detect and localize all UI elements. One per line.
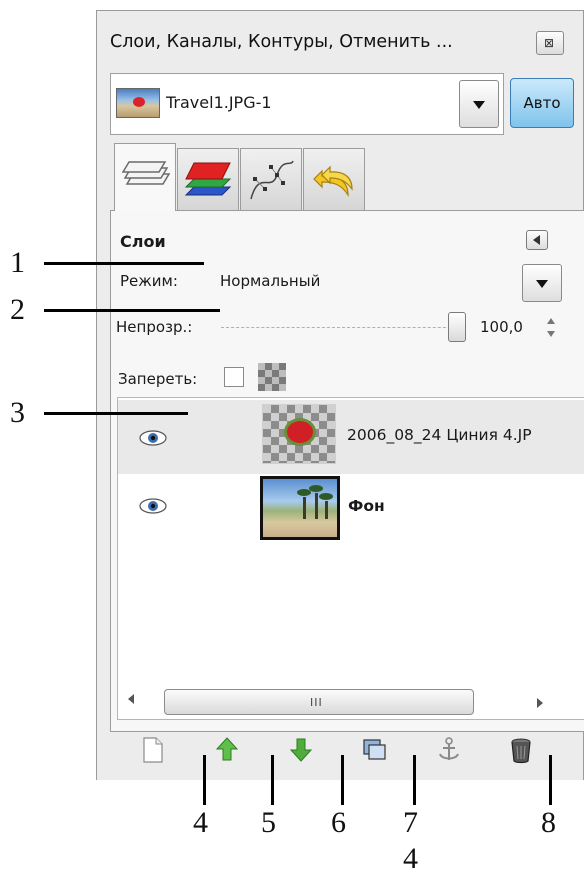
- lock-pixels-checkbox[interactable]: [224, 367, 244, 387]
- lower-layer-icon[interactable]: [286, 734, 316, 766]
- opacity-slider-handle[interactable]: [448, 312, 466, 342]
- close-icon: ⊠: [544, 36, 555, 50]
- layers-icon: [121, 161, 171, 185]
- auto-button[interactable]: Авто: [510, 78, 574, 128]
- duplicate-layer-icon[interactable]: [360, 734, 390, 766]
- tab-channels[interactable]: [177, 148, 239, 210]
- opacity-label: Непрозр.:: [116, 318, 193, 336]
- layer-name[interactable]: Фон: [348, 497, 385, 515]
- callout-number: 7: [403, 806, 418, 839]
- callout-line: [44, 262, 204, 265]
- lock-alpha-icon[interactable]: [258, 363, 286, 391]
- auto-button-label: Авто: [523, 94, 561, 112]
- scrollbar-grip: III: [310, 696, 323, 709]
- visibility-eye-icon[interactable]: [138, 496, 168, 516]
- layers-heading: Слои: [120, 232, 166, 251]
- image-selector-dropdown-button[interactable]: [459, 80, 499, 128]
- opacity-spin-button[interactable]: [545, 314, 557, 342]
- chevron-down-icon: [536, 280, 548, 288]
- callout-line: [341, 755, 344, 805]
- callout-number: 1: [10, 246, 25, 279]
- callout-number: 2: [10, 293, 25, 326]
- channels-icon: [184, 162, 232, 196]
- callout-line: [44, 412, 188, 415]
- opacity-slider-track[interactable]: [221, 327, 461, 328]
- figure-number: 4: [403, 842, 418, 875]
- callout-number: 3: [10, 396, 25, 429]
- layer-name[interactable]: 2006_08_24 Циния 4.JP: [347, 426, 532, 444]
- callout-line: [271, 755, 274, 805]
- callout-number: 8: [541, 806, 556, 839]
- callout-line: [549, 755, 552, 805]
- close-button[interactable]: ⊠: [536, 31, 564, 55]
- image-thumbnail: [116, 88, 160, 118]
- mode-select[interactable]: Нормальный: [220, 272, 320, 290]
- dialog-menu-button[interactable]: [526, 230, 548, 250]
- opacity-value[interactable]: 100,0: [480, 318, 523, 336]
- visibility-eye-icon[interactable]: [138, 428, 168, 448]
- new-layer-icon[interactable]: [138, 734, 168, 766]
- lock-label: Запереть:: [118, 370, 198, 388]
- tab-paths[interactable]: [240, 148, 302, 210]
- mode-dropdown-button[interactable]: [522, 264, 562, 302]
- scroll-left-arrow-icon[interactable]: [128, 694, 134, 704]
- paths-icon: [250, 160, 294, 200]
- mode-label: Режим:: [120, 272, 178, 290]
- callout-number: 5: [261, 806, 276, 839]
- scroll-right-arrow-icon[interactable]: [537, 698, 543, 708]
- menu-arrow-icon: [533, 235, 540, 245]
- anchor-layer-icon[interactable]: [434, 734, 464, 766]
- tab-layers[interactable]: [114, 143, 176, 211]
- callout-number: 6: [331, 806, 346, 839]
- undo-history-icon: [313, 165, 353, 198]
- callout-number: 4: [193, 806, 208, 839]
- callout-line: [44, 309, 220, 312]
- callout-line: [413, 755, 416, 805]
- raise-layer-icon[interactable]: [212, 734, 242, 766]
- image-selector-value: Travel1.JPG-1: [166, 93, 272, 112]
- layer-thumbnail: [260, 476, 340, 540]
- window-title: Слои, Каналы, Контуры, Отменить ...: [110, 32, 453, 52]
- layer-thumbnail: [262, 404, 336, 464]
- chevron-down-icon: [473, 101, 485, 109]
- tab-undo-history[interactable]: [303, 148, 365, 210]
- callout-line: [203, 755, 206, 805]
- delete-layer-icon[interactable]: [506, 734, 536, 766]
